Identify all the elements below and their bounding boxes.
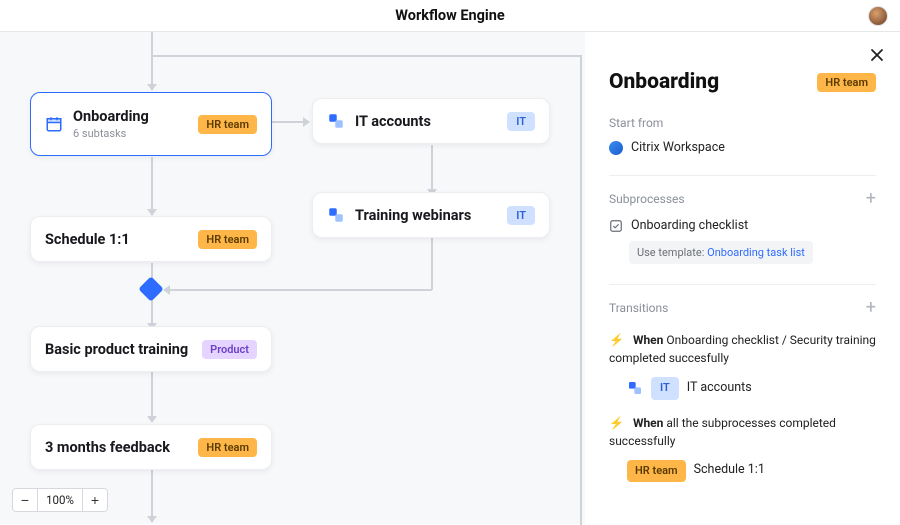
decision-node[interactable] [138, 276, 163, 301]
connector [431, 145, 433, 191]
start-from-label: Start from [609, 116, 876, 130]
transition-when: When [633, 333, 663, 347]
transitions-label: Transitions [609, 301, 668, 315]
app-header: Workflow Engine [0, 0, 900, 32]
shapes-icon [327, 112, 345, 130]
tag-hr-team: HR team [198, 115, 257, 134]
zoom-in-button[interactable]: + [83, 489, 107, 511]
node-3-months-feedback[interactable]: 3 months feedback HR team [30, 424, 272, 470]
tag-hr-team: HR team [198, 230, 257, 249]
transition-when: When [633, 416, 663, 430]
add-subprocess-button[interactable]: + [866, 190, 876, 208]
tag-it: IT [507, 206, 535, 225]
arrow-right-icon [303, 117, 310, 127]
subprocess-item[interactable]: Onboarding checklist [609, 218, 876, 233]
shapes-icon [627, 380, 643, 396]
node-title: IT accounts [355, 113, 507, 130]
transition-item[interactable]: ⚡ When Onboarding checklist / Security t… [609, 331, 876, 400]
tag-it: IT [507, 112, 535, 131]
checklist-icon [609, 219, 623, 233]
transition-target: IT IT accounts [627, 377, 876, 400]
tag-product: Product [202, 340, 257, 359]
arrow-down-icon [147, 416, 157, 423]
node-title: 3 months feedback [45, 439, 198, 456]
subprocess-name: Onboarding checklist [631, 218, 748, 233]
connector [151, 157, 153, 211]
transition-target: HR team Schedule 1:1 [627, 460, 876, 483]
tag-hr-team: HR team [817, 73, 876, 92]
details-panel: Onboarding HR team Start from Citrix Wor… [585, 32, 900, 524]
avatar[interactable] [868, 6, 888, 26]
node-onboarding[interactable]: Onboarding 6 subtasks HR team [30, 92, 272, 156]
connector [167, 289, 432, 291]
citrix-icon [609, 141, 623, 155]
zoom-control: − 100% + [12, 488, 108, 512]
shapes-icon [327, 206, 345, 224]
template-suggestion: Use template: Onboarding task list [629, 241, 813, 264]
start-from-value: Citrix Workspace [631, 140, 725, 155]
subprocesses-label: Subprocesses [609, 192, 685, 206]
connector [152, 55, 580, 57]
node-it-accounts[interactable]: IT accounts IT [312, 98, 550, 144]
transition-item[interactable]: ⚡ When all the subprocesses completed su… [609, 414, 876, 483]
calendar-icon [45, 115, 63, 133]
node-schedule-11[interactable]: Schedule 1:1 HR team [30, 216, 272, 262]
node-title: Onboarding [73, 108, 198, 125]
zoom-out-button[interactable]: − [13, 489, 37, 511]
bolt-icon: ⚡ [609, 333, 624, 347]
node-title: Training webinars [355, 207, 507, 224]
connector [272, 121, 305, 123]
connector [580, 55, 582, 525]
tag-hr-team: HR team [627, 460, 686, 483]
zoom-value: 100% [37, 489, 83, 511]
arrow-down-icon [147, 84, 157, 91]
panel-title: Onboarding [609, 70, 719, 94]
transition-target-name: IT accounts [687, 379, 752, 398]
tag-it: IT [651, 377, 679, 400]
transition-target-name: Schedule 1:1 [694, 461, 765, 480]
template-prefix: Use template: [637, 246, 704, 259]
arrow-left-icon [163, 285, 170, 295]
node-basic-product-training[interactable]: Basic product training Product [30, 326, 272, 372]
node-title: Basic product training [45, 341, 202, 358]
arrow-down-icon [147, 516, 157, 523]
connector [151, 32, 153, 86]
connector [151, 372, 153, 418]
node-training-webinars[interactable]: Training webinars IT [312, 192, 550, 238]
arrow-down-icon [147, 209, 157, 216]
connector [151, 470, 153, 516]
add-transition-button[interactable]: + [866, 299, 876, 317]
page-title: Workflow Engine [395, 7, 504, 24]
node-title: Schedule 1:1 [45, 231, 198, 248]
node-subtitle: 6 subtasks [73, 127, 198, 140]
close-icon [870, 48, 884, 62]
template-link[interactable]: Onboarding task list [707, 246, 805, 259]
bolt-icon: ⚡ [609, 416, 624, 430]
tag-hr-team: HR team [198, 438, 257, 457]
close-button[interactable] [866, 44, 888, 66]
workflow-canvas[interactable]: Onboarding 6 subtasks HR team IT account… [0, 32, 585, 524]
start-from-row[interactable]: Citrix Workspace [609, 140, 876, 155]
connector [431, 237, 433, 290]
